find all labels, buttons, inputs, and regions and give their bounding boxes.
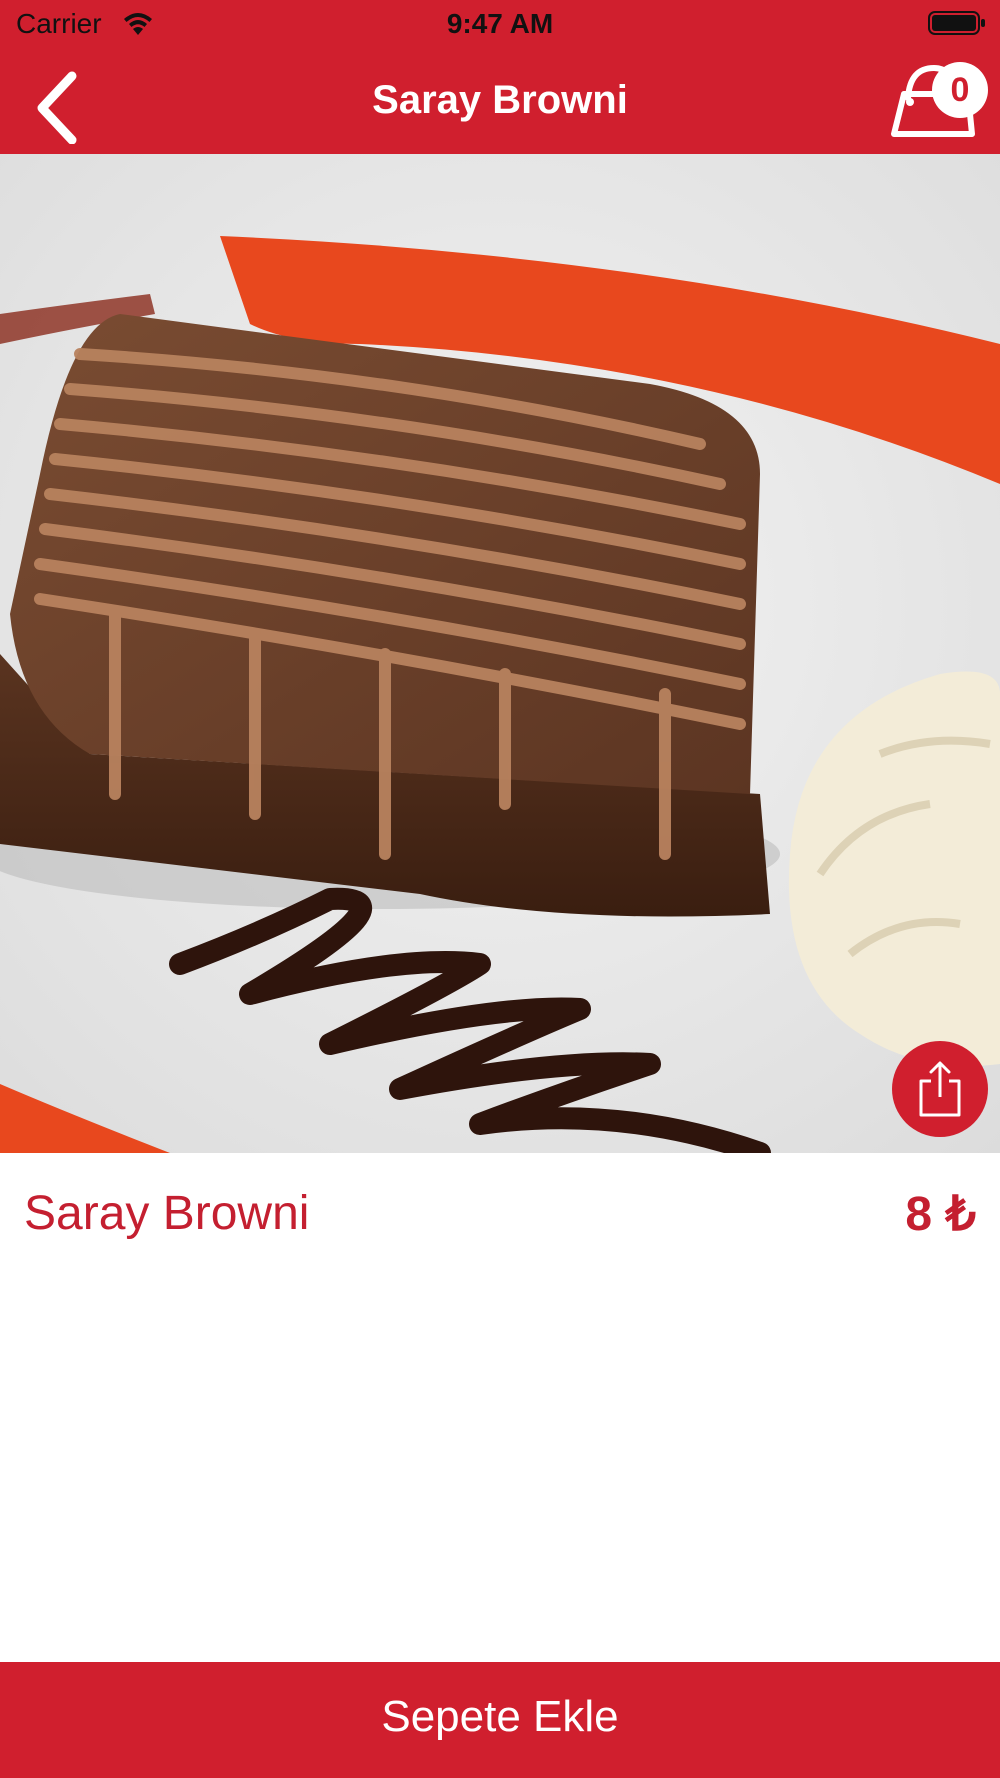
cart-count-badge: 0 bbox=[932, 62, 988, 118]
status-bar: Carrier 9:47 AM bbox=[0, 0, 1000, 50]
chevron-left-icon bbox=[37, 71, 77, 145]
battery-icon bbox=[928, 11, 985, 35]
product-image bbox=[0, 154, 1000, 1153]
status-time: 9:47 AM bbox=[446, 8, 554, 39]
back-button[interactable] bbox=[30, 70, 90, 145]
app-header: Carrier 9:47 AM Saray Browni 0 bbox=[0, 0, 1000, 154]
product-price: 8 ₺ bbox=[905, 1188, 976, 1241]
page-title: Saray Browni bbox=[372, 78, 628, 122]
share-icon bbox=[919, 1061, 961, 1117]
share-button[interactable] bbox=[892, 1041, 988, 1137]
add-to-cart-button[interactable]: Sepete Ekle bbox=[0, 1662, 1000, 1778]
product-name: Saray Browni bbox=[24, 1187, 310, 1240]
